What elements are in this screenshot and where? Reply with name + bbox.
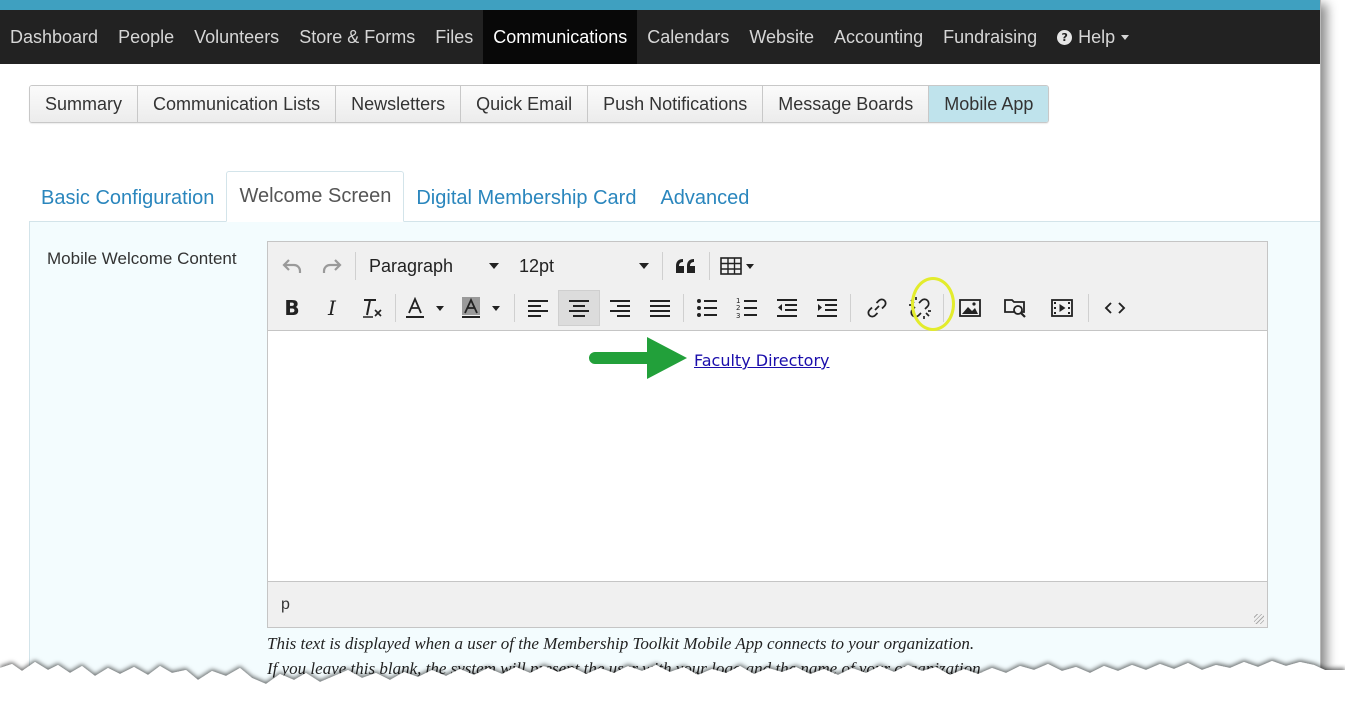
top-navbar: Dashboard People Volunteers Store & Form… [0,0,1320,64]
nav-help-label: Help [1078,26,1116,47]
annotation-arrow-icon [589,337,687,379]
element-path[interactable]: p [281,596,290,614]
justify-icon[interactable] [640,290,680,326]
undo-icon[interactable] [272,248,312,284]
align-left-icon[interactable] [518,290,558,326]
tab-basic-configuration[interactable]: Basic Configuration [29,174,226,222]
block-format-select[interactable]: Paragraph [359,248,509,284]
source-code-icon[interactable] [1092,290,1138,326]
image-icon[interactable] [947,290,993,326]
toolbar-row-2: B I 1 2 3 [268,287,1138,329]
app-window: Dashboard People Volunteers Store & Form… [0,0,1321,714]
numbered-list-icon[interactable]: 123 [727,290,767,326]
help-text-line-1: This text is displayed when a user of th… [267,634,975,653]
redo-icon[interactable] [312,248,352,284]
mobile-app-config-tabs: Basic Configuration Welcome Screen Digit… [29,171,761,222]
help-text-line-2: If you leave this blank, the system will… [267,659,985,678]
italic-icon[interactable]: I [312,290,352,326]
subtab-mobile-app[interactable]: Mobile App [929,86,1049,122]
nav-store-forms[interactable]: Store & Forms [289,10,425,64]
subtab-newsletters[interactable]: Newsletters [336,86,462,122]
content-link[interactable]: Faculty Directory [694,351,830,370]
caret-down-icon [1121,34,1130,40]
unlink-icon[interactable] [900,290,940,326]
media-browser-icon[interactable] [993,290,1039,326]
subtab-communication-lists[interactable]: Communication Lists [138,86,337,122]
nav-fundraising[interactable]: Fundraising [933,10,1047,64]
block-format-value: Paragraph [369,255,454,276]
clear-format-icon[interactable] [352,290,392,326]
chevron-down-icon [639,263,649,269]
chevron-down-icon [489,263,499,269]
align-right-icon[interactable] [600,290,640,326]
nav-communications[interactable]: Communications [483,10,638,64]
font-size-select[interactable]: 12pt [509,248,659,284]
editor-content-area[interactable]: Faculty Directory [268,331,1267,581]
nav-website[interactable]: Website [739,10,824,64]
toolbar-separator [662,252,663,280]
tab-digital-membership-card[interactable]: Digital Membership Card [404,174,648,222]
tab-welcome-screen[interactable]: Welcome Screen [226,171,405,222]
video-icon[interactable] [1039,290,1085,326]
background-color-icon[interactable] [453,290,511,326]
toolbar-separator [709,252,710,280]
communications-subnav: Summary Communication Lists Newsletters … [29,85,1050,123]
nav-dashboard[interactable]: Dashboard [0,10,108,64]
font-size-value: 12pt [519,255,555,276]
subtab-push-notifications[interactable]: Push Notifications [588,86,764,122]
blockquote-icon[interactable] [666,248,706,284]
toolbar-separator [395,294,396,322]
svg-text:2: 2 [736,304,740,312]
nav-calendars[interactable]: Calendars [637,10,739,64]
indent-icon[interactable] [807,290,847,326]
bullet-list-icon[interactable] [687,290,727,326]
nav-help-dropdown[interactable]: ? Help [1047,10,1139,64]
field-label: Mobile Welcome Content [47,249,237,268]
toolbar-row-1: Paragraph 12pt [268,245,763,287]
align-center-icon[interactable] [558,290,600,326]
nav-accounting[interactable]: Accounting [824,10,933,64]
toolbar-separator [355,252,356,280]
editor-statusbar: p [268,581,1267,627]
toolbar-separator [514,294,515,322]
tab-advanced[interactable]: Advanced [648,174,761,222]
nav-people[interactable]: People [108,10,184,64]
help-text: This text is displayed when a user of th… [267,631,985,681]
bold-icon[interactable]: B [272,290,312,326]
toolbar-separator [683,294,684,322]
toolbar-separator [850,294,851,322]
link-icon[interactable] [854,290,900,326]
nav-volunteers[interactable]: Volunteers [184,10,289,64]
nav-files[interactable]: Files [425,10,483,64]
outdent-icon[interactable] [767,290,807,326]
rich-text-editor: Paragraph 12pt B I 1 2 3 Faculty Directo… [267,241,1268,628]
table-icon[interactable] [713,248,763,284]
svg-text:3: 3 [736,312,740,319]
resize-handle-icon[interactable] [1254,614,1264,624]
subtab-message-boards[interactable]: Message Boards [763,86,930,122]
question-circle-icon: ? [1057,29,1073,45]
editor-toolbar: Paragraph 12pt B I 1 2 3 [268,242,1267,331]
subtab-quick-email[interactable]: Quick Email [461,86,589,122]
text-color-icon[interactable] [399,290,453,326]
toolbar-separator [943,294,944,322]
toolbar-separator [1088,294,1089,322]
subtab-summary[interactable]: Summary [30,86,139,122]
